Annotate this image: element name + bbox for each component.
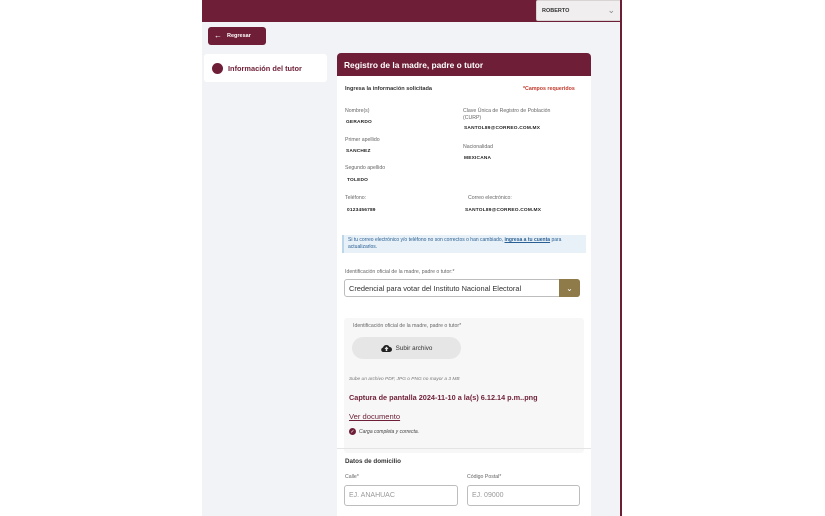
- top-bar: ROBERTO ⌄: [202, 0, 622, 22]
- upload-button-label: Subir archivo: [395, 344, 433, 352]
- notice-text: Si tu correo electrónico y/o teléfono no…: [348, 237, 504, 243]
- upload-status: ✓ Carga completa y correcta.: [349, 428, 419, 435]
- id-type-selected-value: Credencial para votar del Instituto Naci…: [349, 283, 522, 293]
- address-section-title: Datos de domicilio: [345, 458, 401, 465]
- cp-label: Código Postal*: [467, 474, 502, 480]
- page-edge: [620, 0, 622, 516]
- form-instructions: Ingresa la información solicitada: [345, 86, 433, 92]
- calle-field[interactable]: [344, 485, 458, 506]
- correo-label: Correo electrónico:: [468, 195, 512, 201]
- chevron-down-icon: ⌄: [607, 5, 615, 15]
- user-menu-dropdown[interactable]: ROBERTO ⌄: [536, 0, 622, 21]
- contact-update-notice: Si tu correo electrónico y/o teléfono no…: [342, 235, 586, 253]
- tutor-form-card: Registro de la madre, padre o tutor Ingr…: [337, 53, 591, 516]
- account-link[interactable]: ingresa a tu cuenta: [504, 237, 550, 243]
- back-button[interactable]: ← Regresar: [208, 27, 266, 45]
- arrow-left-icon: ←: [214, 31, 222, 40]
- curp-label-abbr: (CURP): [463, 115, 482, 121]
- id-type-select[interactable]: Credencial para votar del Instituto Naci…: [344, 279, 580, 297]
- view-document-link[interactable]: Ver documento: [349, 412, 400, 421]
- app-page: ROBERTO ⌄ ← Regresar Información del tut…: [202, 0, 622, 516]
- upload-label: Identificación oficial de la madre, padr…: [353, 323, 462, 329]
- required-note: *Campos requeridos: [523, 86, 575, 92]
- upload-file-button[interactable]: Subir archivo: [352, 337, 461, 359]
- primer-apellido-label: Primer apellido: [345, 137, 380, 143]
- upload-hint: Sube un archivo PDF, JPG o PNG no mayor …: [349, 377, 460, 382]
- correo-value: SANTOL89@CORREO.COM.MX: [465, 208, 542, 213]
- telefono-value: 0123456789: [347, 208, 376, 213]
- curp-label: Clave Única de Registro de Población: [463, 108, 551, 114]
- postal-code-field[interactable]: [467, 485, 580, 506]
- uploaded-file-name: Captura de pantalla 2024-11-10 a la(s) 6…: [349, 393, 538, 402]
- primer-apellido-value: SANCHEZ: [346, 149, 371, 154]
- form-header: Registro de la madre, padre o tutor: [337, 53, 591, 76]
- sidebar-item-label: Información del tutor: [228, 63, 302, 73]
- segundo-apellido-label: Segundo apellido: [345, 165, 386, 171]
- nacionalidad-value: MEXICANA: [464, 156, 492, 161]
- cloud-upload-icon: [380, 344, 392, 352]
- curp-value: SANTOL89@CORREO.COM.MX: [464, 126, 541, 131]
- upload-panel: Identificación oficial de la madre, padr…: [344, 318, 584, 453]
- form-title: Registro de la madre, padre o tutor: [344, 59, 484, 70]
- id-select-label: Identificación oficial de la madre, padr…: [345, 269, 455, 275]
- telefono-label: Teléfono:: [345, 195, 367, 201]
- calle-label: Calle*: [345, 474, 359, 480]
- step-indicator-icon: [212, 62, 223, 74]
- nombre-label: Nombre(s): [345, 108, 370, 114]
- calle-input[interactable]: [349, 492, 457, 499]
- sidebar-item-tutor-info[interactable]: Información del tutor: [204, 54, 327, 82]
- back-button-label: Regresar: [227, 33, 251, 39]
- upload-success-text: Carga completa y correcta.: [359, 428, 420, 435]
- user-name: ROBERTO: [542, 7, 570, 14]
- nacionalidad-label: Nacionalidad: [463, 144, 493, 150]
- nombre-value: GERARDO: [346, 120, 372, 125]
- check-circle-icon: ✓: [349, 428, 356, 435]
- section-divider: [337, 448, 591, 449]
- segundo-apellido-value: TOLEDO: [347, 178, 369, 183]
- postal-code-input[interactable]: [472, 492, 579, 499]
- chevron-down-icon[interactable]: ⌄: [559, 279, 580, 297]
